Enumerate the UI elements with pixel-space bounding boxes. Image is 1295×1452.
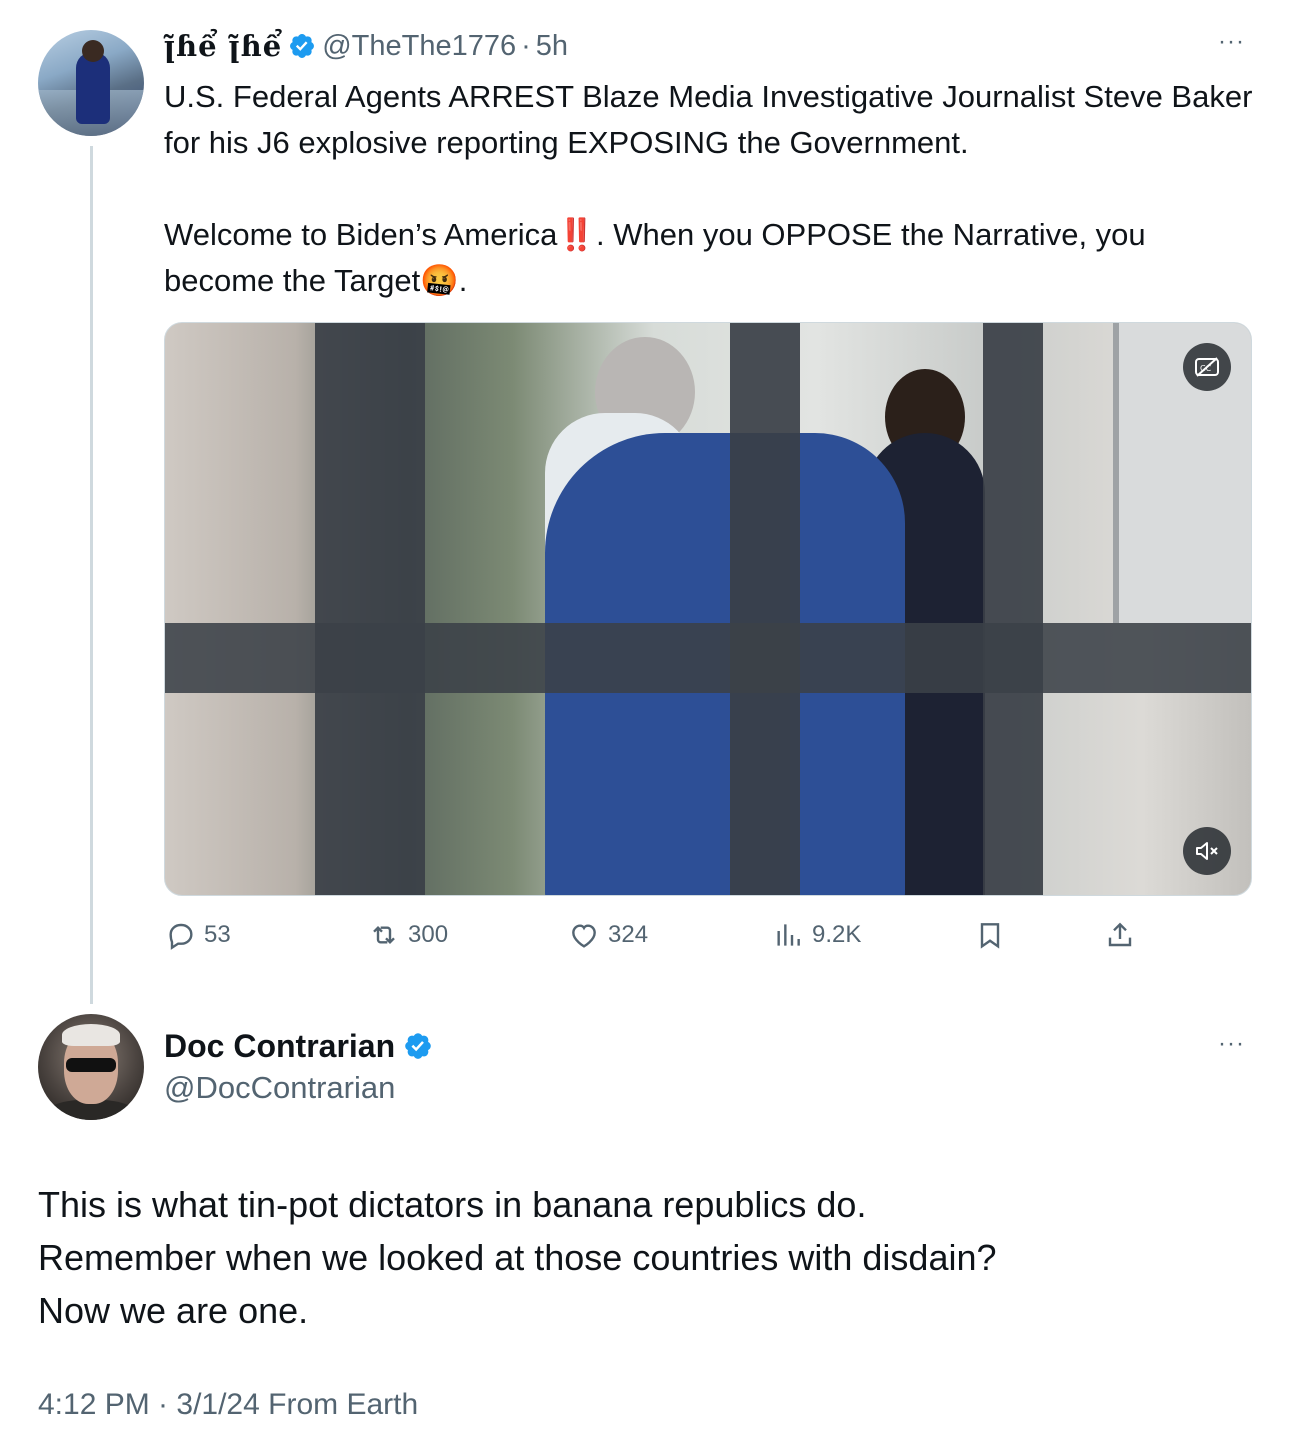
repost-count: 300	[408, 921, 449, 948]
thread-connector-line	[90, 146, 93, 1004]
tweet1-timestamp[interactable]: 5h	[536, 30, 568, 63]
tweet1-text: U.S. Federal Agents ARREST Blaze Media I…	[164, 79, 1253, 298]
verified-badge-icon	[405, 1033, 431, 1059]
share-button[interactable]	[1104, 912, 1144, 958]
tweet2-header: Doc Contrarian	[164, 1024, 439, 1068]
like-count: 324	[608, 921, 649, 948]
reply-button[interactable]: 53	[164, 912, 231, 958]
tweet2-handle[interactable]: @DocContrarian	[164, 1070, 395, 1106]
tweet2-timestamp-meta[interactable]: 4:12 PM · 3/1/24 From Earth	[38, 1388, 418, 1422]
muted-speaker-icon[interactable]	[1183, 827, 1231, 875]
bookmark-icon	[980, 923, 1000, 949]
reply-icon	[169, 923, 193, 950]
like-button[interactable]: 324	[568, 912, 648, 958]
tweet1-display-name[interactable]: ꞁ̃ɦể ꞁ̃ɦể	[164, 29, 282, 63]
tweet2-text: This is what tin-pot dictators in banana…	[38, 1184, 997, 1331]
tweet1-handle[interactable]: @TheThe1776	[322, 30, 516, 63]
avatar-doccontrarian[interactable]	[38, 1014, 144, 1120]
reply-count: 53	[204, 921, 231, 948]
heart-icon	[572, 924, 596, 948]
tweet1-header: ꞁ̃ɦể ꞁ̃ɦể @TheThe1776 · 5h	[164, 26, 568, 66]
tweet1-video[interactable]: CC	[164, 322, 1252, 896]
repost-button[interactable]: 300	[368, 912, 448, 958]
separator-dot: ·	[521, 29, 531, 62]
bookmark-button[interactable]	[974, 912, 1014, 958]
repost-icon	[373, 925, 395, 945]
avatar-thethe1776[interactable]	[38, 30, 144, 136]
captions-off-icon[interactable]: CC	[1183, 343, 1231, 391]
verified-badge-icon	[290, 34, 315, 58]
views-bar-chart-icon	[777, 924, 800, 946]
tweet2-display-name[interactable]: Doc Contrarian	[164, 1028, 395, 1065]
view-count: 9.2K	[812, 921, 862, 948]
share-upload-icon	[1108, 922, 1132, 947]
tweet1-action-bar: 53 300 324 9.2K	[164, 912, 1144, 958]
tweet2-more-options-icon[interactable]: ···	[1218, 1030, 1245, 1058]
views-button[interactable]: 9.2K	[772, 912, 861, 958]
tweet1-more-options-icon[interactable]: ···	[1218, 28, 1245, 56]
